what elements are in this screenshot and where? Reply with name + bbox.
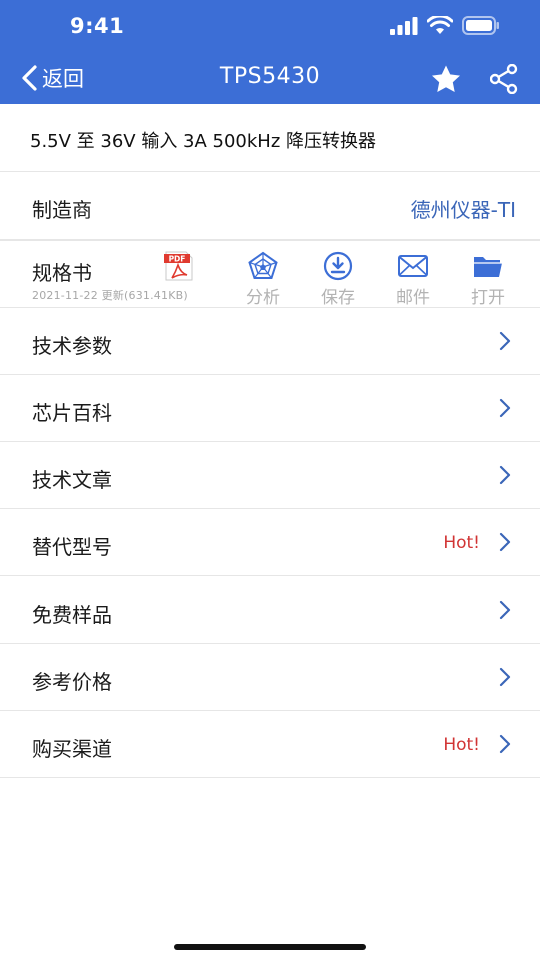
hot-badge: Hot! bbox=[443, 533, 480, 553]
status-time: 9:41 bbox=[70, 14, 125, 38]
save-label: 保存 bbox=[321, 288, 355, 308]
chevron-right-icon bbox=[499, 600, 511, 620]
battery-icon bbox=[462, 16, 499, 35]
pdf-button[interactable]: PDF bbox=[150, 251, 208, 281]
chevron-right-icon bbox=[499, 465, 511, 485]
signal-icon bbox=[390, 16, 418, 35]
menu-item-free-samples[interactable]: 免费样品 bbox=[0, 577, 540, 644]
chevron-right-icon bbox=[499, 398, 511, 418]
menu-item-purchase-channels[interactable]: 购买渠道 Hot! bbox=[0, 711, 540, 778]
chevron-right-icon bbox=[499, 667, 511, 687]
download-icon bbox=[323, 251, 353, 281]
mail-icon bbox=[398, 255, 428, 277]
status-icons bbox=[390, 16, 500, 35]
menu-item-chip-wiki[interactable]: 芯片百科 bbox=[0, 375, 540, 442]
chevron-right-icon bbox=[499, 532, 511, 552]
navigation-bar: 返回 TPS5430 bbox=[0, 52, 540, 104]
share-icon[interactable] bbox=[490, 64, 518, 94]
pdf-icon: PDF bbox=[164, 251, 193, 281]
star-icon[interactable] bbox=[430, 64, 462, 94]
menu-item-alternatives[interactable]: 替代型号 Hot! bbox=[0, 509, 540, 576]
status-bar: 9:41 bbox=[0, 0, 540, 52]
hot-badge: Hot! bbox=[443, 735, 480, 755]
manufacturer-label: 制造商 bbox=[32, 198, 92, 222]
manufacturer-value[interactable]: 德州仪器-TI bbox=[411, 194, 516, 223]
chevron-right-icon bbox=[499, 734, 511, 754]
menu-item-label: 技术文章 bbox=[32, 468, 112, 492]
menu-item-label: 参考价格 bbox=[32, 670, 112, 694]
save-button[interactable]: 保存 bbox=[309, 251, 367, 308]
app-header: 9:41 返回 TPS5430 bbox=[0, 0, 540, 104]
datasheet-row: 规格书 2021-11-22 更新(631.41KB) PDF 分析 保存 邮件… bbox=[0, 240, 540, 308]
mail-label: 邮件 bbox=[396, 288, 430, 308]
menu-item-label: 芯片百科 bbox=[32, 401, 112, 425]
home-indicator[interactable] bbox=[174, 944, 366, 950]
menu-item-label: 替代型号 bbox=[32, 535, 112, 559]
product-description: 5.5V 至 36V 输入 3A 500kHz 降压转换器 bbox=[0, 104, 540, 172]
analyze-button[interactable]: 分析 bbox=[234, 251, 292, 308]
open-label: 打开 bbox=[471, 288, 505, 308]
folder-icon bbox=[474, 257, 502, 277]
menu-item-label: 免费样品 bbox=[32, 603, 112, 627]
datasheet-label: 规格书 bbox=[32, 261, 92, 285]
description-text: 5.5V 至 36V 输入 3A 500kHz 降压转换器 bbox=[30, 131, 377, 152]
menu-item-label: 技术参数 bbox=[32, 334, 112, 358]
menu-item-label: 购买渠道 bbox=[32, 737, 112, 761]
menu-item-reference-price[interactable]: 参考价格 bbox=[0, 644, 540, 711]
pdf-label: PDF bbox=[169, 255, 186, 264]
analyze-label: 分析 bbox=[246, 288, 280, 308]
open-button[interactable]: 打开 bbox=[459, 251, 517, 308]
datasheet-meta: 2021-11-22 更新(631.41KB) bbox=[32, 289, 188, 302]
menu-item-tech-params[interactable]: 技术参数 bbox=[0, 308, 540, 375]
menu-item-tech-articles[interactable]: 技术文章 bbox=[0, 442, 540, 509]
chevron-right-icon bbox=[499, 331, 511, 351]
mail-button[interactable]: 邮件 bbox=[384, 251, 442, 308]
spiderweb-icon bbox=[248, 251, 278, 279]
wifi-icon bbox=[427, 16, 453, 34]
manufacturer-row[interactable]: 制造商 德州仪器-TI bbox=[0, 172, 540, 240]
